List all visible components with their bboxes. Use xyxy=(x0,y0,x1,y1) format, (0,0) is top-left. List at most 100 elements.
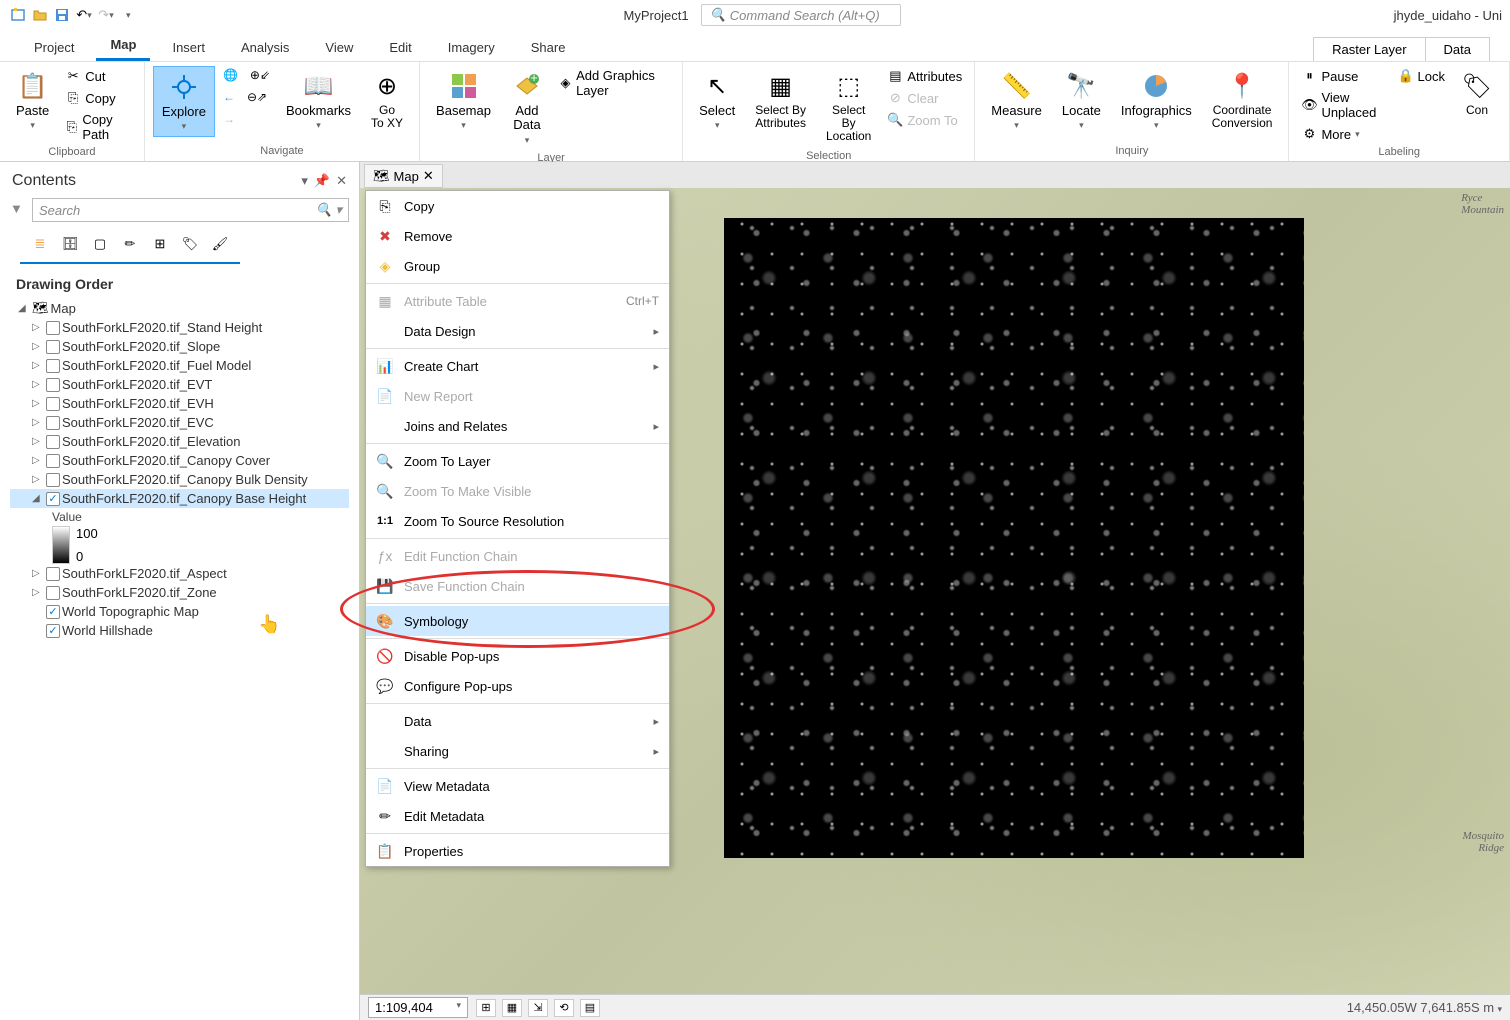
tree-map-root[interactable]: ◢ 🗺 Map xyxy=(10,298,349,318)
cut-button[interactable]: ✂Cut xyxy=(61,66,136,86)
infographics-button[interactable]: Infographics▾ xyxy=(1113,66,1200,135)
tab-raster-layer[interactable]: Raster Layer xyxy=(1313,37,1425,61)
view-unplaced-button[interactable]: 👁View Unplaced xyxy=(1297,88,1389,122)
basemap-button[interactable]: Basemap▾ xyxy=(428,66,499,135)
close-tab-icon[interactable]: ✕ xyxy=(423,168,434,184)
bookmarks-button[interactable]: 📖 Bookmarks▾ xyxy=(278,66,359,135)
layer-checkbox[interactable] xyxy=(46,359,60,373)
map-view-tab[interactable]: 🗺 Map ✕ xyxy=(364,164,443,188)
layer-checkbox[interactable] xyxy=(46,397,60,411)
tree-layer[interactable]: ▷SouthForkLF2020.tif_Elevation xyxy=(10,432,349,451)
command-search[interactable]: 🔍 Command Search (Alt+Q) xyxy=(701,4,901,26)
layer-checkbox[interactable] xyxy=(46,321,60,335)
tab-analysis[interactable]: Analysis xyxy=(227,34,303,61)
menu-zoom-to-layer[interactable]: 🔍Zoom To Layer xyxy=(366,446,669,476)
layer-checkbox[interactable] xyxy=(46,473,60,487)
more-labeling-button[interactable]: ⚙More ▾ xyxy=(1297,124,1389,144)
menu-properties[interactable]: 📋Properties xyxy=(366,836,669,866)
tab-map[interactable]: Map xyxy=(96,31,150,61)
status-tool-3[interactable]: ⇲ xyxy=(528,999,548,1017)
scale-input[interactable]: 1:109,404▾ xyxy=(368,997,468,1018)
tree-layer[interactable]: ▷SouthForkLF2020.tif_Zone xyxy=(10,583,349,602)
select-by-attributes-button[interactable]: ▦ Select By Attributes xyxy=(747,66,814,134)
tree-layer[interactable]: ▷World Topographic Map xyxy=(10,602,349,621)
layer-checkbox[interactable] xyxy=(46,492,60,506)
prev-extent-icon[interactable]: ← xyxy=(219,88,239,106)
copy-path-button[interactable]: ⎘Copy Path xyxy=(61,110,136,144)
menu-copy[interactable]: ⎘Copy xyxy=(366,191,669,221)
explore-button[interactable]: Explore▾ xyxy=(153,66,215,137)
add-data-button[interactable]: + Add Data ▾ xyxy=(503,66,551,150)
measure-button[interactable]: 📏 Measure▾ xyxy=(983,66,1050,135)
new-project-icon[interactable] xyxy=(8,5,28,25)
layer-checkbox[interactable] xyxy=(46,340,60,354)
filter-icon[interactable]: ▼ xyxy=(10,201,28,219)
fixed-zoom-out-icon[interactable]: ⊖⇗ xyxy=(243,88,271,106)
select-by-location-button[interactable]: ⬚ Select By Location xyxy=(818,66,879,148)
layer-checkbox[interactable] xyxy=(46,416,60,430)
coordinate-conversion-button[interactable]: 📍 Coordinate Conversion xyxy=(1204,66,1281,134)
tab-insert[interactable]: Insert xyxy=(158,34,219,61)
tree-layer[interactable]: ▷World Hillshade xyxy=(10,621,349,640)
menu-symbology[interactable]: 🎨Symbology xyxy=(366,606,669,636)
tree-layer[interactable]: ▷SouthForkLF2020.tif_Canopy Cover xyxy=(10,451,349,470)
pin-icon[interactable]: 📌 xyxy=(314,173,330,189)
save-icon[interactable] xyxy=(52,5,72,25)
layer-checkbox[interactable] xyxy=(46,605,60,619)
menu-disable-popups[interactable]: 🚫Disable Pop-ups xyxy=(366,641,669,671)
fixed-zoom-in-icon[interactable]: ⊕⇙ xyxy=(246,66,274,84)
menu-group[interactable]: ◈Group xyxy=(366,251,669,281)
menu-remove[interactable]: ✖Remove xyxy=(366,221,669,251)
status-tool-5[interactable]: ▤ xyxy=(580,999,600,1017)
list-by-editing-icon[interactable]: ✏ xyxy=(118,232,142,256)
tree-layer[interactable]: ▷SouthForkLF2020.tif_EVH xyxy=(10,394,349,413)
layer-checkbox[interactable] xyxy=(46,567,60,581)
pause-labels-button[interactable]: ⏸Pause xyxy=(1297,66,1389,86)
layer-checkbox[interactable] xyxy=(46,454,60,468)
list-by-source-icon[interactable]: 🗄 xyxy=(58,232,82,256)
tree-layer[interactable]: ▷SouthForkLF2020.tif_Slope xyxy=(10,337,349,356)
menu-zoom-source-resolution[interactable]: 1:1Zoom To Source Resolution xyxy=(366,506,669,536)
tree-layer-selected[interactable]: ◢ SouthForkLF2020.tif_Canopy Base Height xyxy=(10,489,349,508)
tree-layer[interactable]: ▷SouthForkLF2020.tif_Stand Height xyxy=(10,318,349,337)
tree-layer[interactable]: ▷SouthForkLF2020.tif_EVT xyxy=(10,375,349,394)
tab-project[interactable]: Project xyxy=(20,34,88,61)
layer-checkbox[interactable] xyxy=(46,435,60,449)
menu-joins-relates[interactable]: Joins and Relates▸ xyxy=(366,411,669,441)
tab-imagery[interactable]: Imagery xyxy=(434,34,509,61)
tree-layer[interactable]: ▷SouthForkLF2020.tif_Fuel Model xyxy=(10,356,349,375)
tree-layer[interactable]: ▷SouthForkLF2020.tif_Aspect xyxy=(10,564,349,583)
menu-data-design[interactable]: Data Design▸ xyxy=(366,316,669,346)
menu-edit-metadata[interactable]: ✏Edit Metadata xyxy=(366,801,669,831)
select-button[interactable]: ↖ Select▾ xyxy=(691,66,743,135)
go-to-xy-button[interactable]: ⊕ Go To XY xyxy=(363,66,411,134)
open-project-icon[interactable] xyxy=(30,5,50,25)
tab-data[interactable]: Data xyxy=(1425,37,1490,61)
locate-button[interactable]: 🔭 Locate▾ xyxy=(1054,66,1109,135)
close-icon[interactable]: ✕ xyxy=(336,173,347,189)
add-graphics-layer-button[interactable]: ◈Add Graphics Layer xyxy=(555,66,674,100)
list-by-selection-icon[interactable]: ▢ xyxy=(88,232,112,256)
status-tool-1[interactable]: ⊞ xyxy=(476,999,496,1017)
menu-configure-popups[interactable]: 💬Configure Pop-ups xyxy=(366,671,669,701)
paste-button[interactable]: 📋 Paste▾ xyxy=(8,66,57,135)
list-by-drawing-order-icon[interactable]: ≣ xyxy=(28,232,52,256)
convert-labels-button[interactable]: 🏷 Con xyxy=(1453,66,1501,121)
tab-view[interactable]: View xyxy=(311,34,367,61)
list-by-perceptual-icon[interactable]: 🖌 xyxy=(208,232,232,256)
tab-edit[interactable]: Edit xyxy=(375,34,425,61)
layer-checkbox[interactable] xyxy=(46,378,60,392)
tab-share[interactable]: Share xyxy=(517,34,580,61)
menu-view-metadata[interactable]: 📄View Metadata xyxy=(366,771,669,801)
dropdown-icon[interactable]: ▾ xyxy=(301,173,308,189)
copy-button[interactable]: ⎘Copy xyxy=(61,88,136,108)
tree-layer[interactable]: ▷SouthForkLF2020.tif_EVC xyxy=(10,413,349,432)
menu-create-chart[interactable]: 📊Create Chart▸ xyxy=(366,351,669,381)
next-extent-icon[interactable]: → xyxy=(219,110,239,128)
zoom-to-button[interactable]: 🔍Zoom To xyxy=(883,110,966,130)
contents-search[interactable]: Search 🔍 ▾ xyxy=(32,198,349,222)
layer-checkbox[interactable] xyxy=(46,624,60,638)
tree-layer[interactable]: ▷SouthForkLF2020.tif_Canopy Bulk Density xyxy=(10,470,349,489)
status-tool-2[interactable]: ▦ xyxy=(502,999,522,1017)
layer-checkbox[interactable] xyxy=(46,586,60,600)
